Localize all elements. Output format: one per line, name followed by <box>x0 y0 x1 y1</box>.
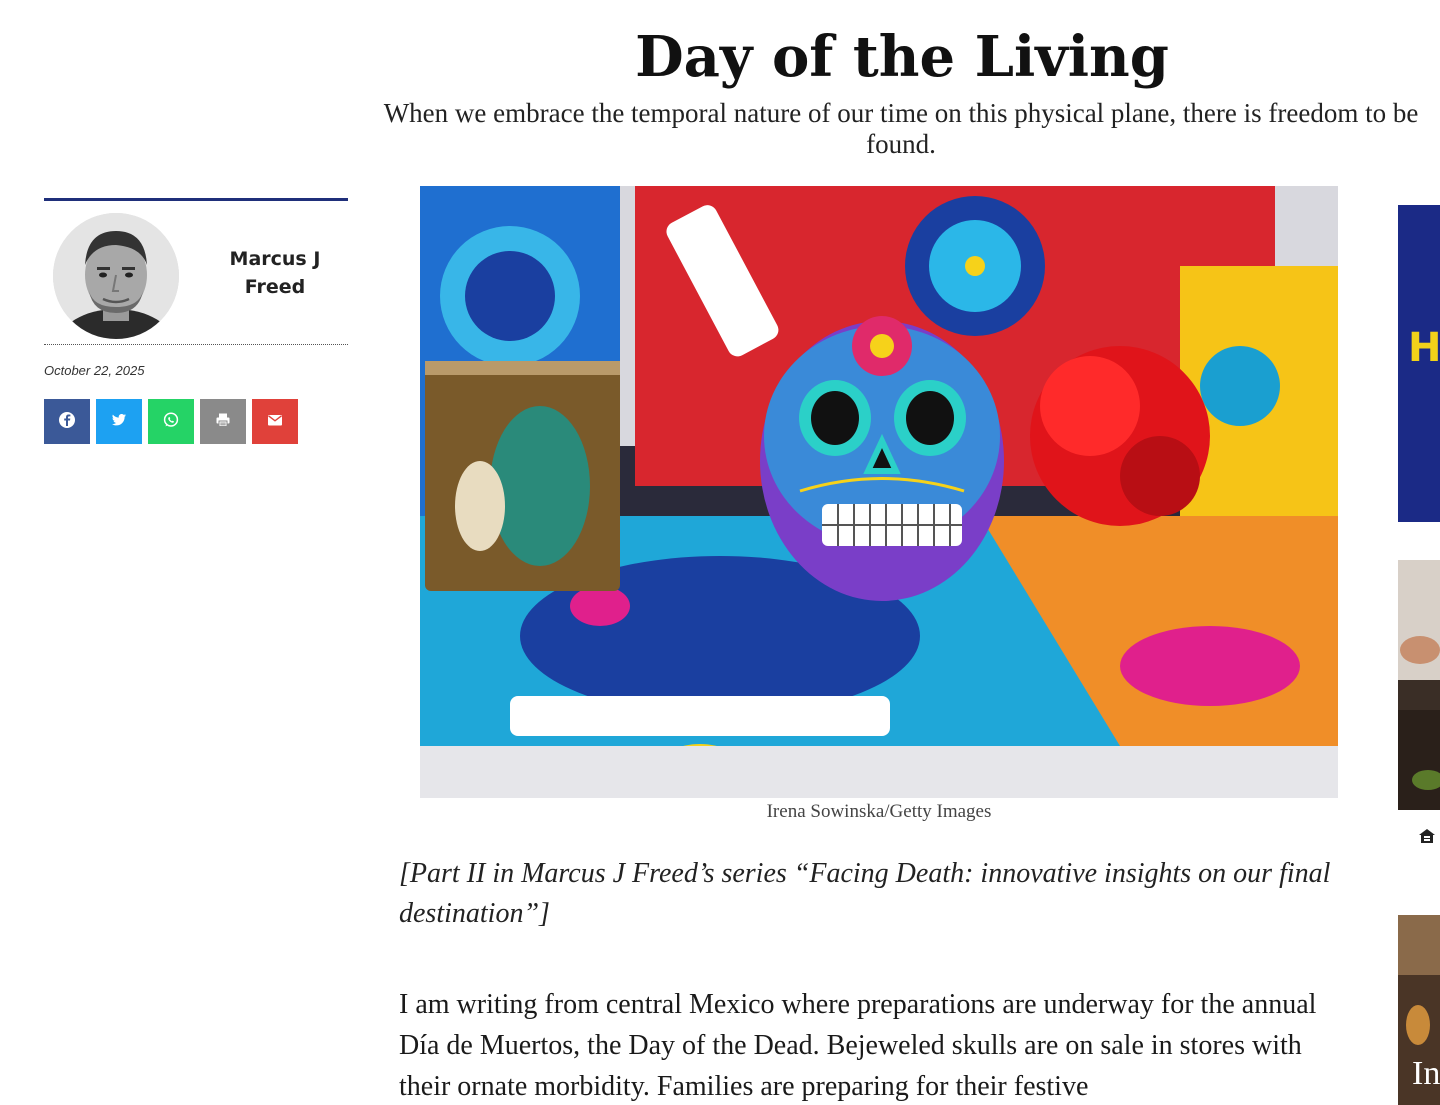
facebook-icon <box>58 411 76 433</box>
author-card: Marcus J Freed <box>44 198 348 345</box>
article-title: Day of the Living <box>635 24 1169 90</box>
series-note: [Part II in Marcus J Freed’s series “Fac… <box>399 858 1331 929</box>
equal-housing-icon <box>1414 828 1440 846</box>
article-body: I am writing from central Mexico where p… <box>399 989 1317 1102</box>
print-button[interactable] <box>200 399 246 444</box>
sidebar-ad-top[interactable]: H <box>1398 205 1440 522</box>
sidebar-ad-bottom[interactable]: In <box>1398 915 1440 1105</box>
whatsapp-share-button[interactable] <box>148 399 194 444</box>
facebook-share-button[interactable] <box>44 399 90 444</box>
twitter-share-button[interactable] <box>96 399 142 444</box>
image-caption: Irena Sowinska/Getty Images <box>766 801 992 822</box>
ad-top-text: H <box>1408 325 1440 371</box>
email-icon <box>266 411 284 433</box>
author-avatar[interactable] <box>53 213 179 339</box>
author-row: Marcus J Freed <box>44 201 348 345</box>
hero-image <box>420 186 1338 798</box>
ad-photo <box>1398 560 1440 810</box>
twitter-icon <box>110 411 128 433</box>
sidebar-ad-middle[interactable] <box>1398 560 1440 810</box>
email-share-button[interactable] <box>252 399 298 444</box>
ad-bottom-text: In <box>1412 1055 1440 1092</box>
sugar-skull-photo <box>420 186 1338 798</box>
share-buttons <box>44 399 298 444</box>
publish-date: October 22, 2025 <box>44 363 145 378</box>
print-icon <box>214 411 232 433</box>
whatsapp-icon <box>162 411 180 433</box>
author-name[interactable]: Marcus J Freed <box>220 245 330 301</box>
article-subtitle: When we embrace the temporal nature of o… <box>383 98 1419 159</box>
